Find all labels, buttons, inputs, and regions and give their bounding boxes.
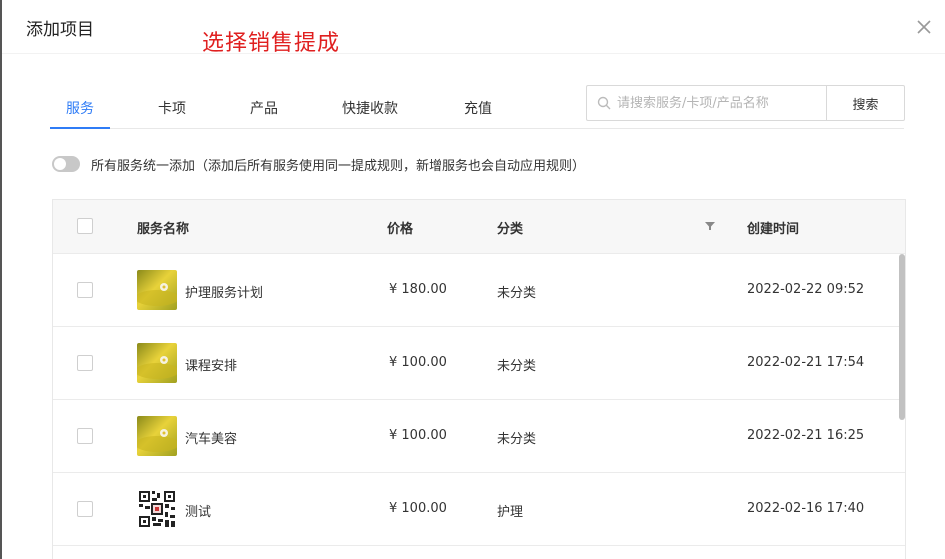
qr-code-image: [137, 489, 177, 529]
column-header-category: 分类: [497, 222, 524, 237]
search-input[interactable]: [617, 87, 817, 119]
select-all-checkbox[interactable]: [77, 218, 93, 234]
table-row[interactable]: 汽车美容 ¥ 100.00 未分类 2022-02-21 16:25: [53, 400, 905, 473]
tab-products[interactable]: 产品: [250, 98, 278, 118]
add-item-modal: 添加项目 选择销售提成 服务 卡项 产品 快捷收款 充值 搜索 所有服务统一添加…: [2, 0, 945, 559]
service-name: 护理服务计划: [185, 286, 264, 301]
search-icon: [597, 96, 611, 110]
services-table: 服务名称 价格 分类 创建时间 护理服务计划 ¥ 180.00 未分类 2022…: [52, 199, 906, 559]
flower-image: [137, 270, 177, 310]
flower-image: [137, 416, 177, 456]
scrollbar-thumb[interactable]: [899, 254, 905, 420]
toggle-knob: [54, 158, 66, 170]
service-price: ¥ 180.00: [389, 282, 447, 297]
column-header-price: 价格: [387, 222, 414, 237]
table-row[interactable]: 护理服务计划 ¥ 180.00 未分类 2022-02-22 09:52: [53, 254, 905, 327]
service-created: 2022-02-21 17:54: [747, 355, 865, 370]
row-checkbox[interactable]: [77, 282, 93, 298]
modal-title: 添加项目: [26, 20, 94, 40]
modal-header: 添加项目 选择销售提成: [2, 0, 945, 56]
service-name: 测试: [185, 505, 212, 520]
search-button[interactable]: 搜索: [826, 85, 905, 121]
tab-services[interactable]: 服务: [66, 98, 94, 118]
tab-recharge[interactable]: 充值: [464, 98, 492, 118]
annotation-text: 选择销售提成: [202, 31, 341, 56]
table-row[interactable]: 课程安排 ¥ 100.00 未分类 2022-02-21 17:54: [53, 327, 905, 400]
service-category: 未分类: [497, 432, 537, 447]
row-checkbox[interactable]: [77, 428, 93, 444]
table-scrollbar[interactable]: [899, 254, 905, 559]
row-checkbox[interactable]: [77, 501, 93, 517]
column-header-created: 创建时间: [747, 222, 800, 237]
search-box: [586, 85, 826, 121]
service-created: 2022-02-22 09:52: [747, 282, 865, 297]
tab-cards[interactable]: 卡项: [158, 98, 186, 118]
table-header: 服务名称 价格 分类 创建时间: [53, 200, 905, 254]
service-category: 未分类: [497, 286, 537, 301]
service-category: 未分类: [497, 359, 537, 374]
service-name: 课程安排: [185, 359, 238, 374]
service-price: ¥ 100.00: [389, 501, 447, 516]
apply-all-label: 所有服务统一添加（添加后所有服务使用同一提成规则，新增服务也会自动应用规则）: [91, 159, 586, 174]
active-tab-indicator: [50, 127, 110, 129]
column-header-name: 服务名称: [137, 222, 190, 237]
table-row[interactable]: 测试 ¥ 100.00 护理 2022-02-16 17:40: [53, 473, 905, 546]
close-icon[interactable]: [914, 17, 934, 37]
service-name: 汽车美容: [185, 432, 238, 447]
row-checkbox[interactable]: [77, 355, 93, 371]
apply-all-toggle[interactable]: [52, 156, 80, 172]
tab-quick-pay[interactable]: 快捷收款: [342, 98, 398, 118]
service-price: ¥ 100.00: [389, 355, 447, 370]
flower-image: [137, 343, 177, 383]
service-created: 2022-02-21 16:25: [747, 428, 865, 443]
service-created: 2022-02-16 17:40: [747, 501, 865, 516]
service-category: 护理: [497, 505, 524, 520]
filter-icon[interactable]: [704, 220, 716, 232]
service-price: ¥ 100.00: [389, 428, 447, 443]
